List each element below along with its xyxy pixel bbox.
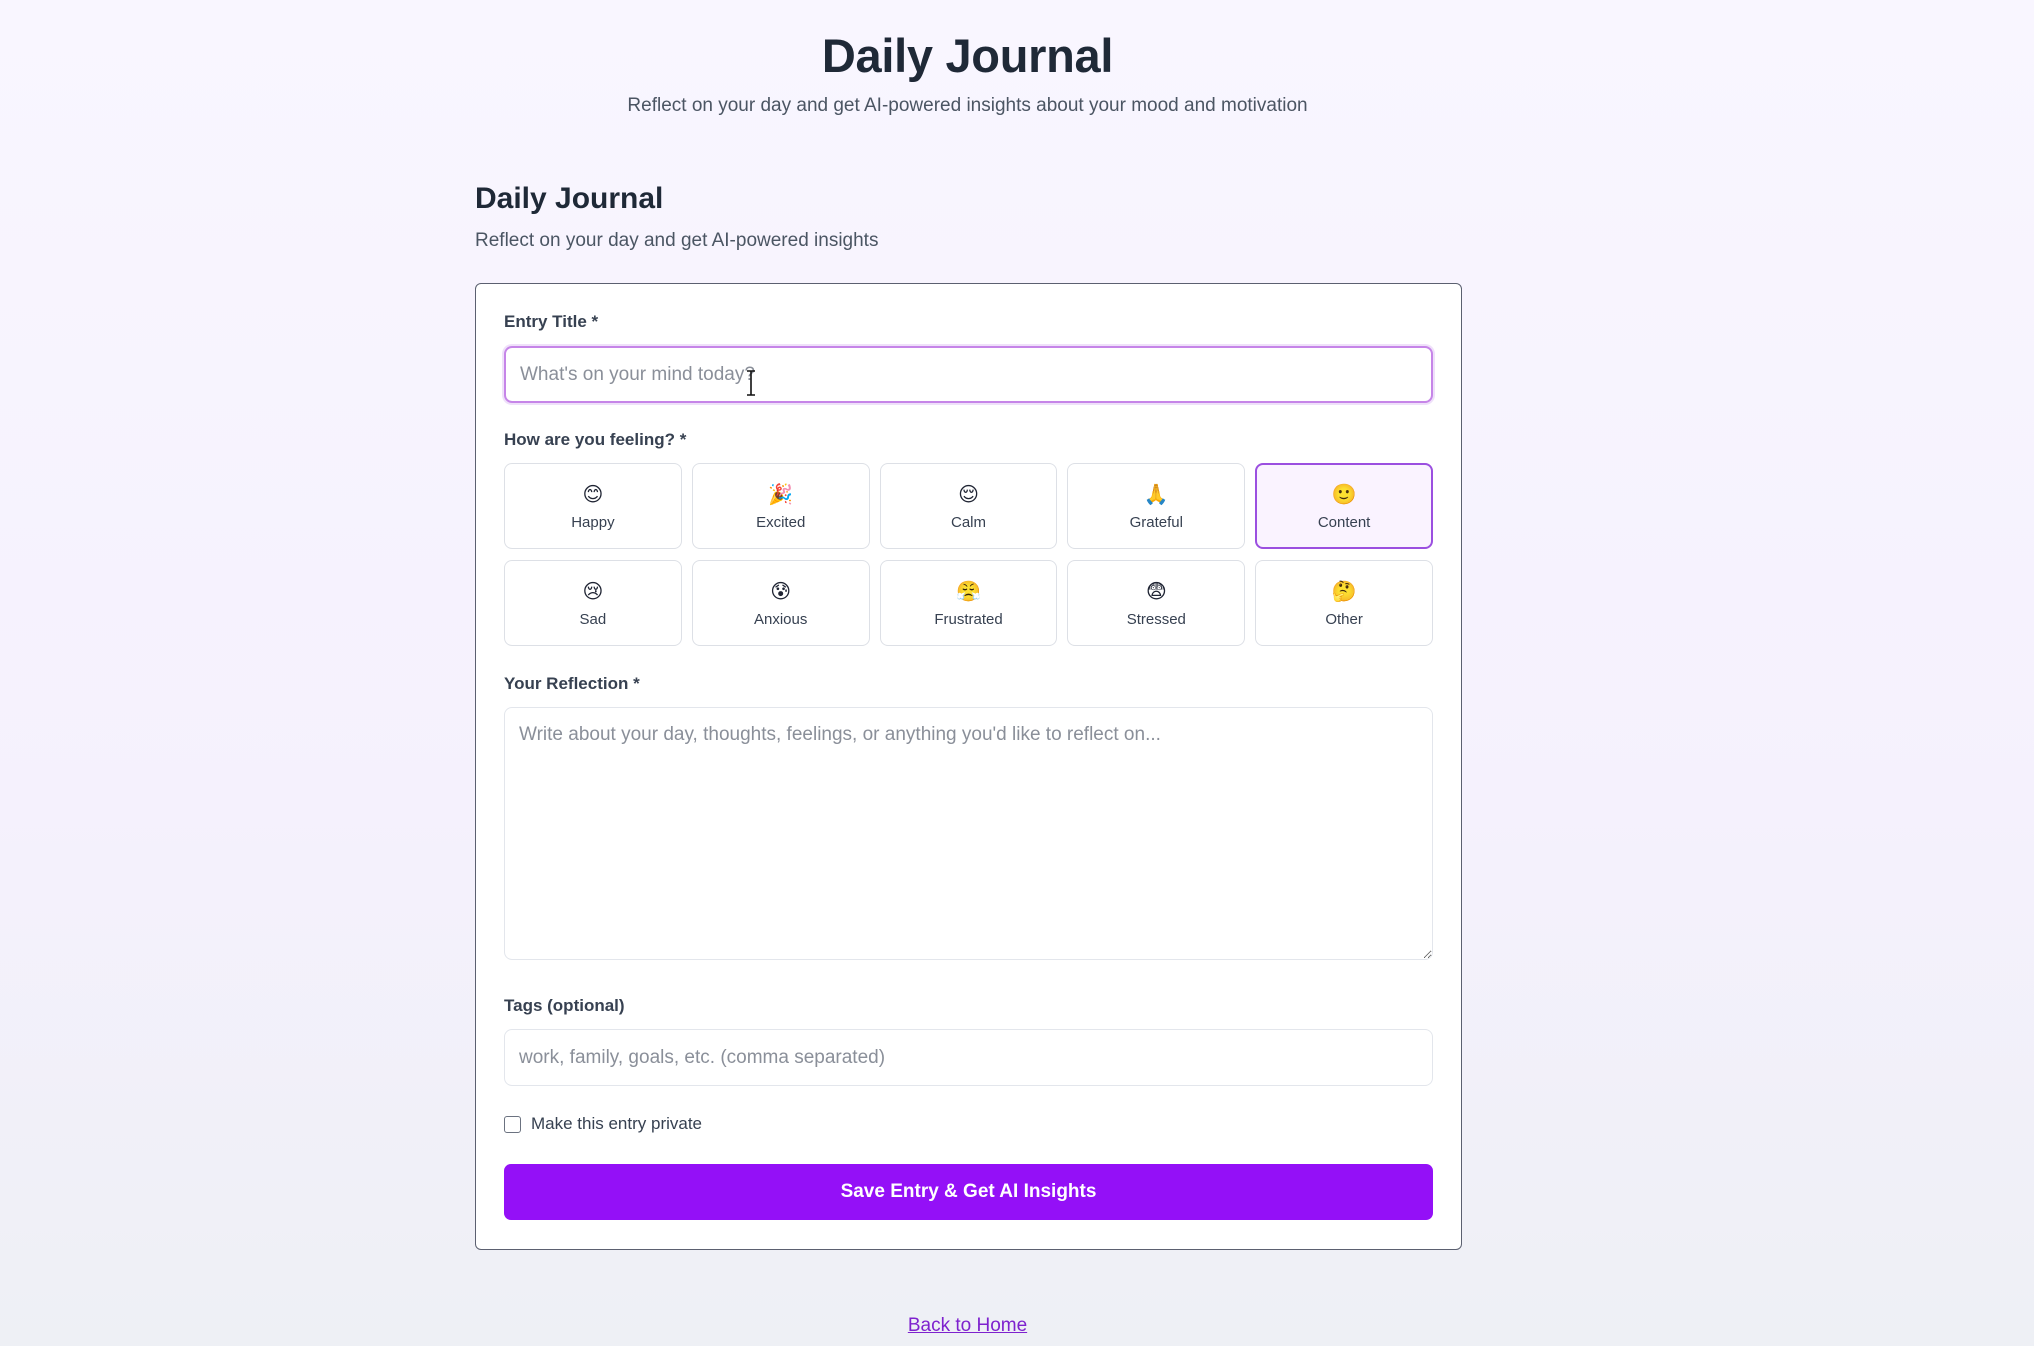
mood-label: Anxious — [754, 610, 808, 628]
mood-label: Grateful — [1129, 513, 1183, 531]
journal-form: Entry Title * How are you feeling? * 😊 Ha… — [475, 283, 1462, 1250]
reflection-textarea[interactable] — [504, 707, 1433, 960]
mood-option-frustrated[interactable]: 😤 Frustrated — [879, 560, 1058, 646]
mood-emoji-sad-icon: 😢 — [582, 578, 604, 603]
private-checkbox[interactable] — [504, 1115, 521, 1133]
mood-label: Sad — [579, 610, 607, 628]
mood-label: Frustrated — [934, 610, 1003, 628]
mood-emoji-happy-icon: 😊 — [582, 481, 604, 506]
mood-emoji-grateful-icon: 🙏 — [1143, 481, 1169, 506]
tags-input[interactable] — [504, 1029, 1433, 1086]
mood-label: Excited — [756, 513, 806, 531]
mood-label: How are you feeling? * — [504, 430, 687, 449]
mood-emoji-frustrated-icon: 😤 — [956, 578, 981, 603]
mood-option-sad[interactable]: 😢 Sad — [504, 560, 682, 646]
mood-option-anxious[interactable]: 😰 Anxious — [691, 560, 870, 646]
mood-grid: 😊 Happy 🎉 Excited 😌 Calm 🙏 Grateful 🙂 Content 😢 Sad… — [504, 463, 1433, 646]
mood-option-stressed[interactable]: 😨 Stressed — [1067, 560, 1246, 646]
private-toggle-row[interactable]: Make this entry private — [504, 1114, 702, 1134]
page-subtitle: Reflect on your day and get AI-powered i… — [627, 95, 1308, 116]
reflection-label: Your Reflection * — [504, 674, 640, 693]
mood-option-content[interactable]: 🙂 Content — [1255, 463, 1433, 549]
mood-label: Happy — [571, 513, 615, 531]
mood-emoji-other-icon: 🤔 — [1331, 578, 1357, 603]
section-subtitle: Reflect on your day and get AI-powered i… — [475, 230, 879, 251]
back-to-home-link[interactable]: Back to Home — [0, 1315, 1935, 1337]
mood-label: Calm — [950, 513, 986, 531]
save-entry-button[interactable]: Save Entry & Get AI Insights — [504, 1164, 1433, 1220]
mood-emoji-stressed-icon: 😨 — [1145, 578, 1167, 603]
mood-label: Stressed — [1126, 610, 1186, 628]
private-checkbox-label[interactable]: Make this entry private — [531, 1114, 702, 1134]
page-header: Daily Journal Reflect on your day and ge… — [0, 28, 1935, 117]
mood-option-grateful[interactable]: 🙏 Grateful — [1067, 463, 1246, 549]
tags-label: Tags (optional) — [504, 996, 625, 1015]
mood-label: Other — [1325, 610, 1363, 628]
mood-emoji-excited-icon: 🎉 — [768, 481, 794, 506]
entry-title-label: Entry Title * — [504, 312, 599, 331]
section-header: Daily Journal Reflect on your day and ge… — [475, 182, 878, 252]
mood-option-other[interactable]: 🤔 Other — [1255, 560, 1433, 646]
section-title: Daily Journal — [475, 182, 664, 215]
entry-title-input[interactable] — [504, 346, 1433, 403]
mood-option-excited[interactable]: 🎉 Excited — [691, 463, 870, 549]
mood-emoji-calm-icon: 😌 — [958, 481, 979, 506]
mood-option-calm[interactable]: 😌 Calm — [879, 463, 1058, 549]
mood-emoji-anxious-icon: 😰 — [770, 578, 792, 603]
mood-emoji-content-icon: 🙂 — [1331, 481, 1357, 506]
mood-option-happy[interactable]: 😊 Happy — [504, 463, 682, 549]
mood-label: Content — [1317, 513, 1371, 531]
page-title: Daily Journal — [821, 29, 1114, 82]
